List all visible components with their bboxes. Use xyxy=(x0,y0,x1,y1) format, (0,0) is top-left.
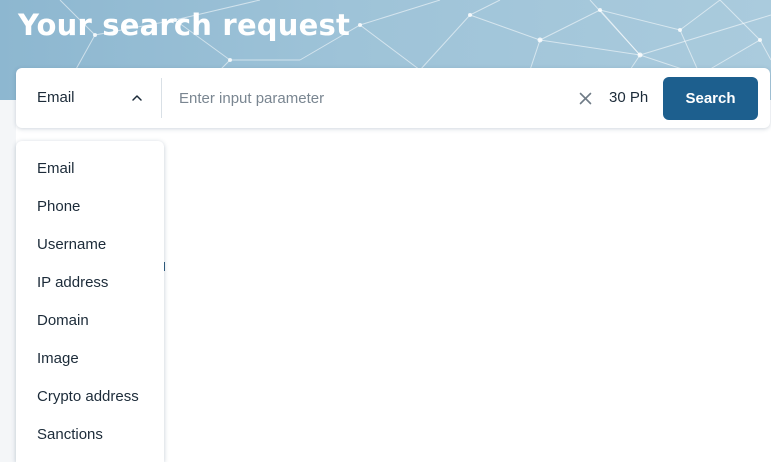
dropdown-option-username[interactable]: Username xyxy=(16,226,164,264)
dropdown-option-phone[interactable]: Phone xyxy=(16,188,164,226)
page: Your search request Email 30 Ph Search E… xyxy=(0,0,771,462)
background-panel-edge xyxy=(0,100,16,462)
dropdown-option-email[interactable]: Email xyxy=(16,150,164,188)
search-type-dropdown: Email Phone Username IP address Domain I… xyxy=(16,141,164,462)
dropdown-option-crypto-address[interactable]: Crypto address xyxy=(16,378,164,416)
search-bar-divider xyxy=(161,78,162,118)
credits-counter: 30 Ph xyxy=(609,89,649,106)
page-title: Your search request xyxy=(18,8,351,42)
dropdown-option-sanctions[interactable]: Sanctions xyxy=(16,416,164,454)
search-input[interactable] xyxy=(179,84,569,112)
search-type-options: Email Phone Username IP address Domain I… xyxy=(16,141,164,454)
search-type-select[interactable]: Email xyxy=(16,68,162,128)
close-icon[interactable] xyxy=(579,92,592,105)
search-button[interactable]: Search xyxy=(663,77,758,120)
dropdown-option-image[interactable]: Image xyxy=(16,340,164,378)
chevron-up-icon xyxy=(132,95,142,101)
search-type-value: Email xyxy=(37,89,75,106)
search-bar: Email 30 Ph Search xyxy=(16,68,770,128)
dropdown-option-domain[interactable]: Domain xyxy=(16,302,164,340)
dropdown-option-ip-address[interactable]: IP address xyxy=(16,264,164,302)
